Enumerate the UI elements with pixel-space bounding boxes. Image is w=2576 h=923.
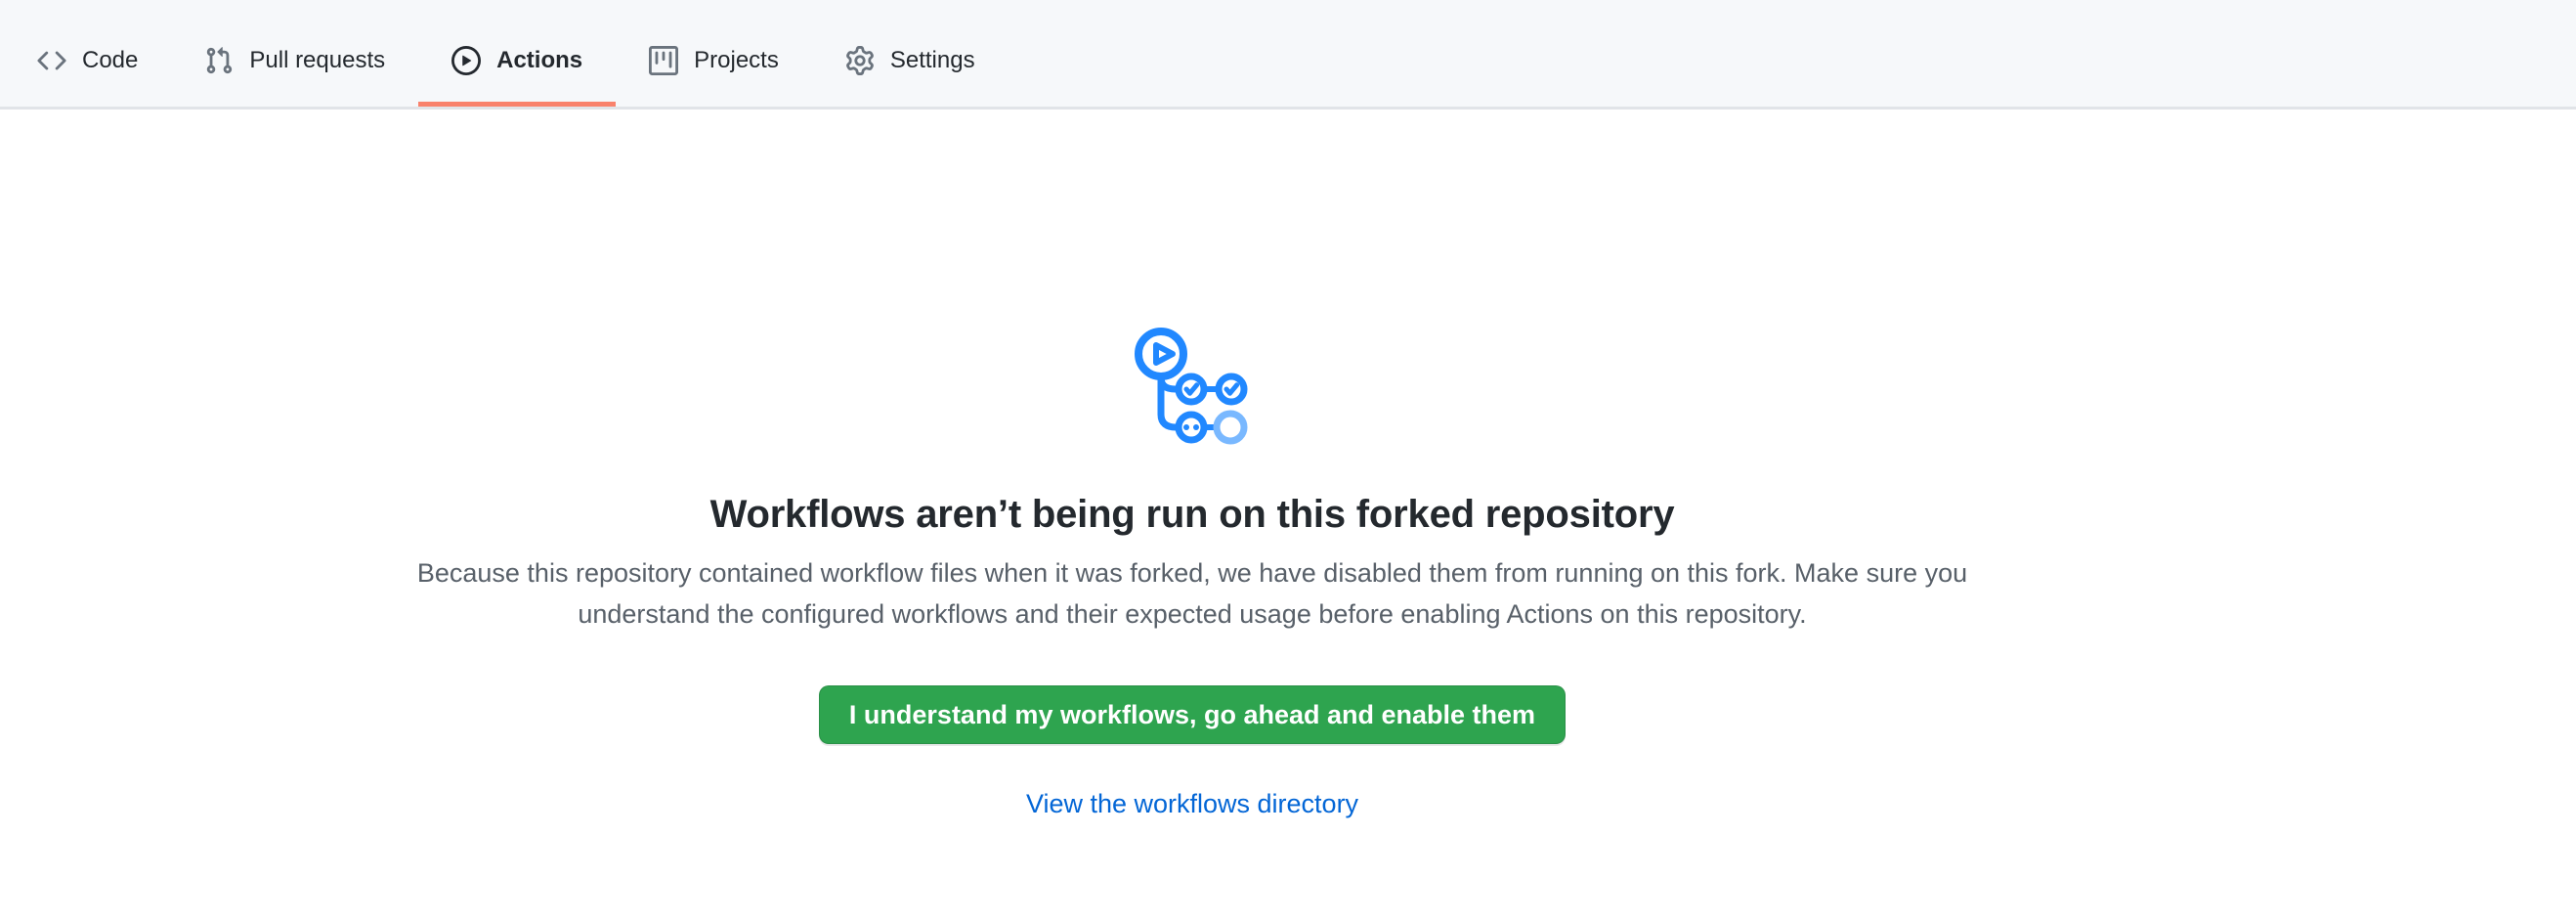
page-title: Workflows aren’t being run on this forke… — [371, 490, 2013, 539]
tab-pull-requests[interactable]: Pull requests — [171, 14, 418, 107]
blankslate-description: Because this repository contained workfl… — [401, 552, 1984, 635]
tab-settings-label: Settings — [890, 49, 975, 72]
enable-workflows-button[interactable]: I understand my workflows, go ahead and … — [819, 685, 1566, 744]
actions-disabled-panel: Workflows aren’t being run on this forke… — [0, 110, 2576, 920]
repo-tab-nav: Code Pull requests Actions Projects Sett… — [0, 0, 2576, 110]
tab-pull-requests-label: Pull requests — [249, 49, 385, 72]
workflow-illustration-icon — [1133, 325, 1252, 451]
project-icon — [649, 46, 678, 75]
tab-code-label: Code — [82, 49, 138, 72]
git-pull-request-icon — [204, 46, 234, 75]
code-icon — [37, 46, 66, 75]
tab-projects[interactable]: Projects — [616, 14, 812, 107]
view-workflows-directory-link[interactable]: View the workflows directory — [1026, 789, 1358, 818]
tab-actions[interactable]: Actions — [418, 14, 616, 107]
tab-code[interactable]: Code — [4, 14, 171, 107]
play-icon — [451, 46, 481, 75]
blankslate: Workflows aren’t being run on this forke… — [371, 110, 2013, 824]
tab-actions-label: Actions — [496, 49, 582, 72]
tab-projects-label: Projects — [694, 49, 779, 72]
tab-settings[interactable]: Settings — [812, 14, 1009, 107]
gear-icon — [845, 46, 875, 75]
